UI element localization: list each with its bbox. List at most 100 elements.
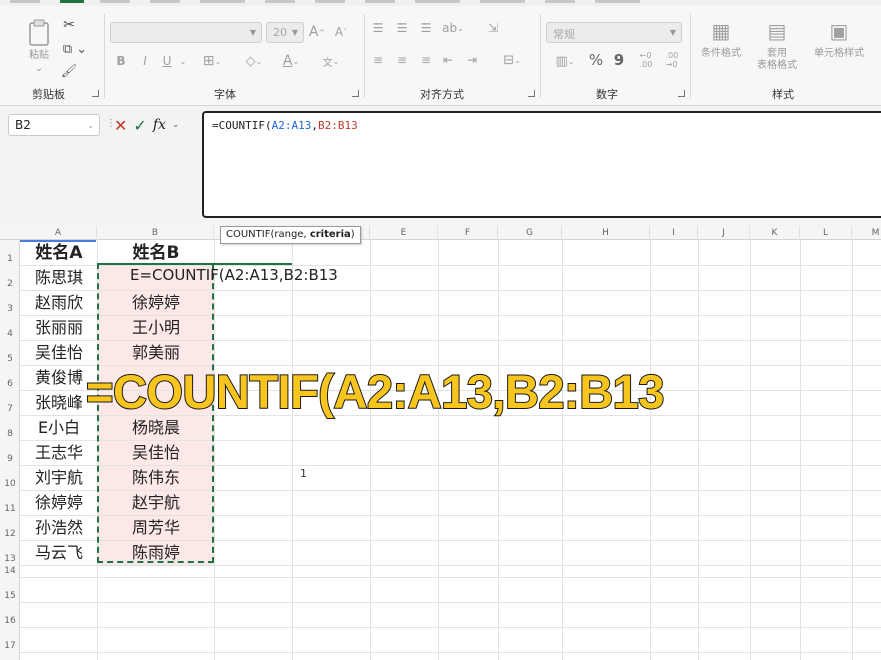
ribbon-tab[interactable] (365, 0, 395, 3)
orientation-icon[interactable]: ab ⌄ (440, 20, 466, 36)
row-header-4[interactable]: 4 (0, 329, 20, 340)
align-center-icon[interactable]: ≡ (394, 52, 410, 68)
row-header-5[interactable]: 5 (0, 354, 20, 365)
accounting-format-icon[interactable]: ▥ ⌄ (548, 52, 582, 70)
align-middle-icon[interactable]: ☰ (394, 20, 410, 36)
cell-value[interactable]: 1 (300, 467, 307, 480)
row-header-13[interactable]: 13 (0, 554, 20, 565)
cell-a4[interactable]: 张丽丽 (21, 316, 97, 340)
paste-label[interactable]: 粘贴 (22, 50, 56, 62)
underline-dropdown-icon[interactable]: ⌄ (178, 52, 188, 70)
column-header-f[interactable]: F (438, 226, 498, 240)
column-header-i[interactable]: I (650, 226, 698, 240)
row-header-8[interactable]: 8 (0, 429, 20, 440)
percent-button[interactable]: % (588, 50, 604, 70)
ribbon-tab[interactable] (100, 0, 130, 3)
grow-font-icon[interactable]: A ^ (308, 22, 326, 42)
paste-dropdown-icon[interactable]: ⌄ (32, 63, 46, 75)
comma-style-button[interactable]: 9 (612, 50, 626, 70)
column-header-a[interactable]: A (20, 226, 97, 240)
column-header-k[interactable]: K (750, 226, 800, 240)
paste-icon[interactable] (24, 18, 54, 48)
row-header-2[interactable]: 2 (0, 279, 20, 290)
header-cell-name-b[interactable]: 姓名B (98, 241, 214, 265)
ribbon-tab[interactable] (200, 0, 245, 3)
column-header-h[interactable]: H (562, 226, 650, 240)
worksheet[interactable]: ABCDEFGHIJKLM 12345678910111213141516171… (0, 226, 881, 660)
align-bottom-icon[interactable]: ☰ (418, 20, 434, 36)
phonetic-icon[interactable]: 文 ⌄ (314, 50, 348, 72)
shrink-font-icon[interactable]: Aˇ (332, 22, 350, 42)
row-header-7[interactable]: 7 (0, 404, 20, 415)
column-header-l[interactable]: L (800, 226, 852, 240)
increase-indent-icon[interactable]: ⇥ (464, 52, 480, 68)
ribbon-tab[interactable] (480, 0, 525, 3)
cell-a3[interactable]: 赵雨欣 (21, 291, 97, 315)
column-header-m[interactable]: M (852, 226, 881, 240)
row-header-3[interactable]: 3 (0, 304, 20, 315)
align-left-icon[interactable]: ≡ (370, 52, 386, 68)
underline-button[interactable]: U (160, 52, 174, 70)
number-launcher-icon[interactable] (678, 90, 685, 97)
row-header-1[interactable]: 1 (0, 254, 20, 265)
column-header-g[interactable]: G (498, 226, 562, 240)
row-header-12[interactable]: 12 (0, 529, 20, 540)
fx-dropdown-icon[interactable]: ⌄ (172, 120, 180, 130)
decrease-indent-icon[interactable]: ⇤ (440, 52, 456, 68)
number-format-combo[interactable]: 常规 ▼ (546, 22, 682, 43)
conditional-formatting-icon[interactable]: ▦ (708, 18, 734, 44)
function-tooltip[interactable]: COUNTIF(range, criteria) (220, 226, 361, 244)
cut-icon[interactable]: ✂ (60, 16, 78, 34)
font-name-combo[interactable]: ▼ (110, 22, 262, 43)
cell-a9[interactable]: 王志华 (21, 441, 97, 465)
format-painter-icon[interactable]: 🖌 (60, 62, 78, 80)
alignment-launcher-icon[interactable] (528, 90, 535, 97)
column-header-e[interactable]: E (370, 226, 438, 240)
insert-function-button[interactable]: fx (153, 117, 166, 133)
conditional-formatting-label[interactable]: 条件格式 (694, 48, 748, 60)
cancel-icon[interactable]: ✕ (114, 116, 127, 135)
merge-center-icon[interactable]: ⊟ ⌄ (498, 50, 526, 70)
column-header-b[interactable]: B (97, 226, 214, 240)
ribbon-tab[interactable] (10, 0, 40, 3)
ribbon-tab-home-active[interactable] (60, 0, 84, 3)
ribbon-tab[interactable] (265, 0, 295, 3)
ribbon-tab[interactable] (150, 0, 180, 3)
row-header-11[interactable]: 11 (0, 504, 20, 515)
ribbon-tab[interactable] (595, 0, 640, 3)
ribbon-tab[interactable] (415, 0, 460, 3)
format-as-table-label[interactable]: 套用 表格格式 (746, 48, 808, 72)
cell-a11[interactable]: 徐婷婷 (21, 491, 97, 515)
name-box[interactable]: B2 ⌄ (8, 114, 100, 136)
bold-button[interactable]: B (114, 52, 128, 70)
cell-a10[interactable]: 刘宇航 (21, 466, 97, 490)
cell-styles-label[interactable]: 单元格样式 (808, 48, 870, 60)
row-header-15[interactable]: 15 (0, 591, 20, 602)
italic-button[interactable]: I (138, 52, 152, 70)
align-right-icon[interactable]: ≡ (418, 52, 434, 68)
font-size-combo[interactable]: 20 ▼ (266, 22, 304, 43)
increase-decimal-icon[interactable]: ←0.00 (636, 50, 656, 70)
row-header-16[interactable]: 16 (0, 616, 20, 627)
formula-input[interactable]: =COUNTIF(A2:A13,B2:B13 (202, 111, 881, 218)
ribbon-tab[interactable] (315, 0, 345, 3)
border-icon[interactable]: ⊞ ⌄ (198, 52, 226, 70)
decrease-decimal-icon[interactable]: .00 →0 (662, 50, 682, 70)
row-header-10[interactable]: 10 (0, 479, 20, 490)
row-header-9[interactable]: 9 (0, 454, 20, 465)
row-header-14[interactable]: 14 (0, 566, 20, 577)
cell-styles-icon[interactable]: ▣ (826, 18, 852, 44)
format-as-table-icon[interactable]: ▤ (764, 18, 790, 44)
fill-color-icon[interactable]: ◇ ⌄ (238, 52, 270, 70)
enter-icon[interactable]: ✓ (133, 116, 146, 135)
copy-icon[interactable]: ⧉ ⌄ (60, 40, 90, 58)
row-header-17[interactable]: 17 (0, 641, 20, 652)
header-cell-name-a[interactable]: 姓名A (21, 241, 97, 265)
cell-a5[interactable]: 吴佳怡 (21, 341, 97, 365)
font-color-icon[interactable]: A ⌄ (276, 52, 306, 70)
in-cell-formula-text[interactable]: E=COUNTIF(A2:A13,B2:B13 (130, 266, 338, 284)
ribbon-tab[interactable] (545, 0, 575, 3)
align-top-icon[interactable]: ☰ (370, 20, 386, 36)
row-header-6[interactable]: 6 (0, 379, 20, 390)
font-launcher-icon[interactable] (352, 90, 359, 97)
